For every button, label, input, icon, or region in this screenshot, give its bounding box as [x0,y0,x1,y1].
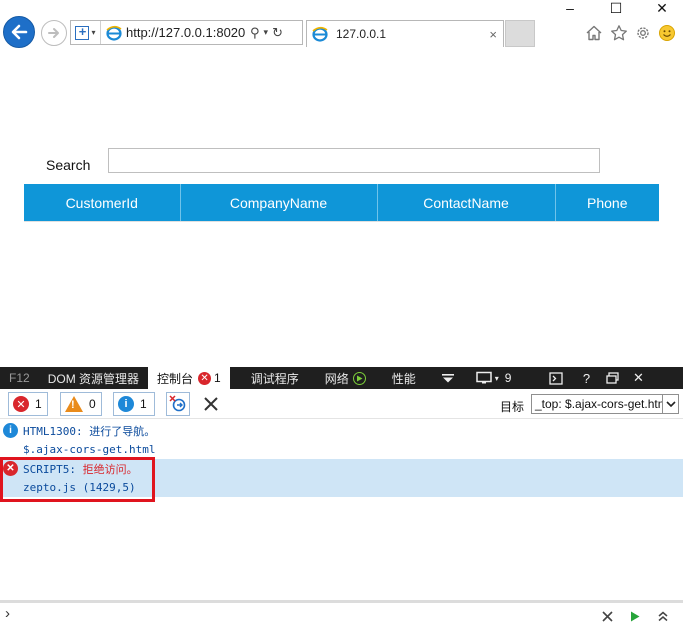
close-devtools-icon[interactable]: ✕ [627,367,649,389]
info-icon: i [118,396,134,412]
clear-console-icon[interactable] [201,394,221,414]
gear-icon[interactable] [632,22,654,44]
maximize-button[interactable]: ☐ [596,0,636,16]
info-icon: i [3,423,18,438]
run-icon[interactable] [626,607,644,625]
console-message-text: HTML1300: 进行了导航。 [23,424,156,438]
browser-tab[interactable]: 127.0.0.1 × [306,20,504,47]
ie-logo-icon [312,26,328,42]
compatibility-view-button[interactable]: + ▾ [71,21,101,44]
address-bar[interactable]: + ▾ http://127.0.0.1:8020 ⚲ ▾ ↻ [70,20,303,45]
help-icon[interactable]: ? [575,367,597,389]
error-icon: ✕ [13,396,29,412]
emulation-count: 9 [504,371,512,385]
devtools-tab-bar: F12 DOM 资源管理器 控制台 ✕ 1 调试程序 网络 性能 ▾ 9 ? ✕ [0,367,683,389]
arrow-left-icon [11,24,28,40]
warning-icon: ! [65,396,83,412]
clear-input-icon[interactable] [598,607,616,625]
filter-warnings-count: 0 [89,397,96,411]
filter-errors-button[interactable]: ✕ 1 [8,392,48,416]
tab-dom-explorer[interactable]: DOM 资源管理器 [39,367,148,389]
ie-logo-icon [106,25,122,41]
column-header-customerid[interactable]: CustomerId [24,184,181,221]
forward-button[interactable] [41,20,67,46]
feedback-smiley-icon[interactable] [656,22,678,44]
filter-warnings-button[interactable]: ! 0 [60,392,102,416]
clear-on-navigate-icon [169,395,186,412]
customer-table: CustomerId CompanyName ContactName Phone [24,184,659,221]
play-icon [352,371,366,385]
filter-messages-count: 1 [140,397,147,411]
dropdown-arrow-icon[interactable]: ▾ [264,27,269,38]
clear-on-navigate-button[interactable] [166,392,190,416]
error-icon: ✕ [198,371,212,385]
search-icon[interactable]: ⚲ [250,25,260,41]
chevron-down-icon: ▾ [91,28,96,37]
refresh-icon[interactable]: ↻ [272,25,283,41]
tab-performance[interactable]: 性能 [383,367,425,389]
emulation-monitor-icon[interactable] [473,367,495,389]
tab-network-label: 网络 [324,371,349,386]
annotation-highlight-box [0,457,155,502]
search-label: Search [46,157,91,173]
table-header-row: CustomerId CompanyName ContactName Phone [24,184,659,221]
tab-console-label: 控制台 [157,371,194,386]
chevron-down-icon[interactable]: ▾ [495,374,499,383]
column-header-companyname[interactable]: CompanyName [180,184,378,221]
tab-network[interactable]: 网络 [316,367,375,389]
filter-messages-button[interactable]: i 1 [113,392,155,416]
devtools-f12-label: F12 [9,371,30,385]
tab-close-icon[interactable]: × [489,27,497,42]
tab-title: 127.0.0.1 [336,27,387,41]
more-tabs-icon[interactable] [437,367,459,389]
chevron-down-icon [662,395,678,413]
expand-multiline-icon[interactable] [654,607,672,625]
tab-debugger[interactable]: 调试程序 [242,367,308,389]
new-tab-button[interactable] [505,20,535,47]
console-message-source-link[interactable]: $.ajax-cors-get.html [23,443,155,456]
console-error-count: 1 [214,371,221,385]
column-header-contactname[interactable]: ContactName [377,184,556,221]
favorites-star-icon[interactable] [608,22,630,44]
console-prompt: › [5,605,10,622]
target-select[interactable]: _top: $.ajax-cors-get.htm [531,394,679,414]
tab-console[interactable]: 控制台 ✕ 1 [148,367,230,389]
arrow-right-icon [48,28,59,38]
url-text[interactable]: http://127.0.0.1:8020 [126,25,246,40]
minimize-button[interactable]: – [550,0,590,16]
column-header-phone[interactable]: Phone [555,184,659,221]
console-command-line[interactable]: › [0,600,683,625]
close-window-button[interactable]: ✕ [642,0,682,16]
console-message-info[interactable]: i HTML1300: 进行了导航。 [0,421,683,440]
plus-square-icon: + [75,25,90,40]
home-icon[interactable] [583,22,605,44]
console-toggle-icon[interactable] [545,367,567,389]
target-label: 目标 [500,400,525,414]
search-input[interactable] [108,148,600,173]
table-bottom-border [24,221,659,222]
back-button[interactable] [3,16,35,48]
filter-errors-count: 1 [35,397,42,411]
undock-icon[interactable] [601,367,623,389]
target-select-value: _top: $.ajax-cors-get.htm [535,397,662,411]
